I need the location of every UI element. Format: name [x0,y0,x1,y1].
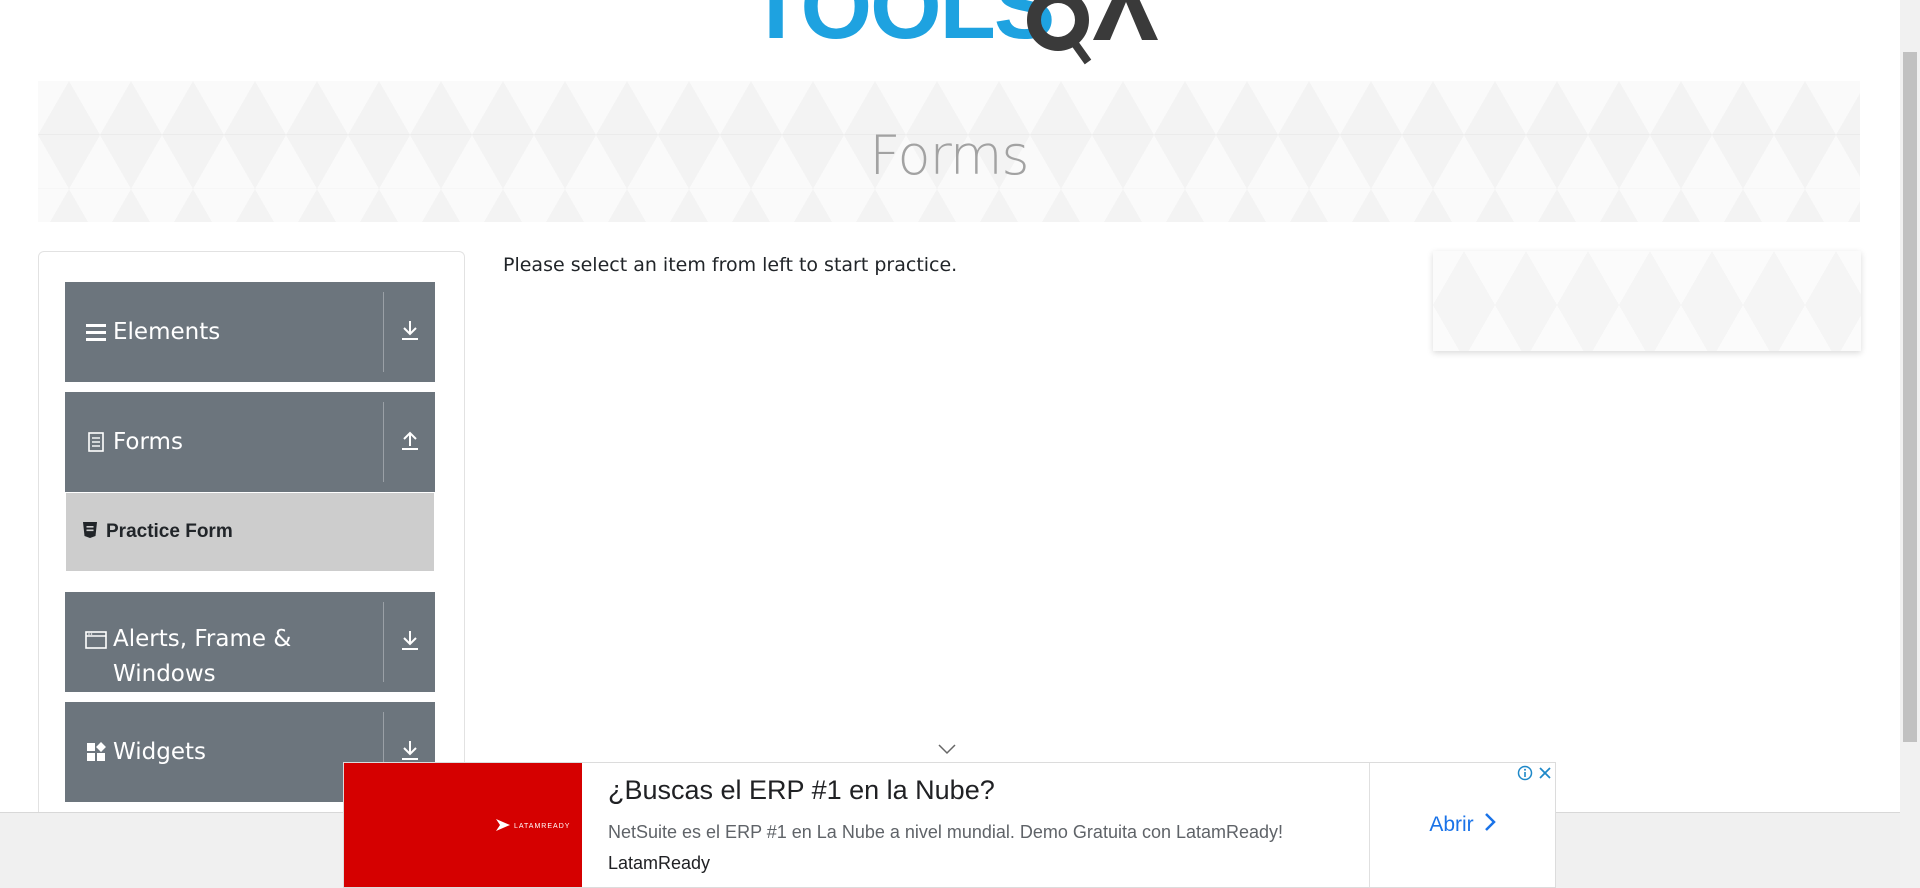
ad-controls [1515,763,1555,782]
ad-image[interactable]: LATAMREADY [344,763,582,887]
ad-text[interactable]: ¿Buscas el ERP #1 en la Nube? NetSuite e… [582,763,1370,887]
ad-brand-text: LATAMREADY [514,822,571,830]
sidebar-group-forms[interactable]: Forms [65,392,435,492]
group-header-left: Forms [65,392,383,492]
widgets-grid-icon [85,741,107,763]
html5-shield-icon [82,521,98,544]
sidebar: Elements Forms Practice Form Alerts, Fra… [38,251,465,851]
ad-brand: LATAMREADY [496,819,570,833]
group-title: Widgets [113,738,206,765]
arrow-down-icon [400,319,420,346]
logo-text-tools: TOOLS [748,0,1053,58]
window-icon [85,629,107,651]
arrow-up-icon [400,429,420,456]
ad-close-icon[interactable] [1535,763,1555,782]
toolsqa-logo[interactable]: TOOLS [748,0,1158,70]
ad-advertiser: LatamReady [608,853,711,873]
sidebar-group-elements[interactable]: Elements [65,282,435,382]
group-toggle[interactable] [383,402,435,482]
ad-info-icon[interactable] [1515,763,1535,782]
ad-headline[interactable]: ¿Buscas el ERP #1 en la Nube? [608,775,1369,806]
page: TOOLS Forms Elements Forms Practice Form… [0,0,1920,888]
latamready-logo-icon [496,819,510,833]
ad-placeholder [1433,251,1861,351]
group-title-line2: Windows [113,661,216,687]
group-title: Elements [113,318,221,345]
arrow-down-icon [400,629,420,656]
vertical-scrollbar[interactable] [1900,0,1920,888]
sidebar-item-label: Practice Form [106,521,233,542]
group-toggle[interactable] [383,292,435,372]
group-title-line1: Alerts, Frame & [113,626,292,652]
ad-description: NetSuite es el ERP #1 en La Nube a nivel… [608,822,1284,842]
intro-text: Please select an item from left to start… [503,254,958,276]
document-icon [85,431,107,453]
sidebar-group-alerts-frame-windows[interactable]: Alerts, Frame & Windows [65,592,435,692]
chevron-right-icon [1484,812,1496,838]
group-header-left: Widgets [65,702,383,802]
ad-banner[interactable]: LATAMREADY ¿Buscas el ERP #1 en la Nube?… [343,762,1556,888]
ad-open-label: Abrir [1429,813,1474,836]
menu-lines-icon [85,321,107,343]
group-title: Alerts, Frame & Windows [113,622,291,692]
group-header-left: Elements [65,282,383,382]
group-header-left: Alerts, Frame & Windows [65,592,383,692]
chevron-down-icon[interactable] [937,742,957,760]
page-banner: Forms [38,81,1860,222]
sidebar-item-practice-form[interactable]: Practice Form [66,493,434,571]
page-title: Forms [869,124,1029,187]
group-title: Forms [113,428,183,455]
scrollbar-thumb[interactable] [1903,52,1917,742]
group-toggle[interactable] [383,602,435,682]
